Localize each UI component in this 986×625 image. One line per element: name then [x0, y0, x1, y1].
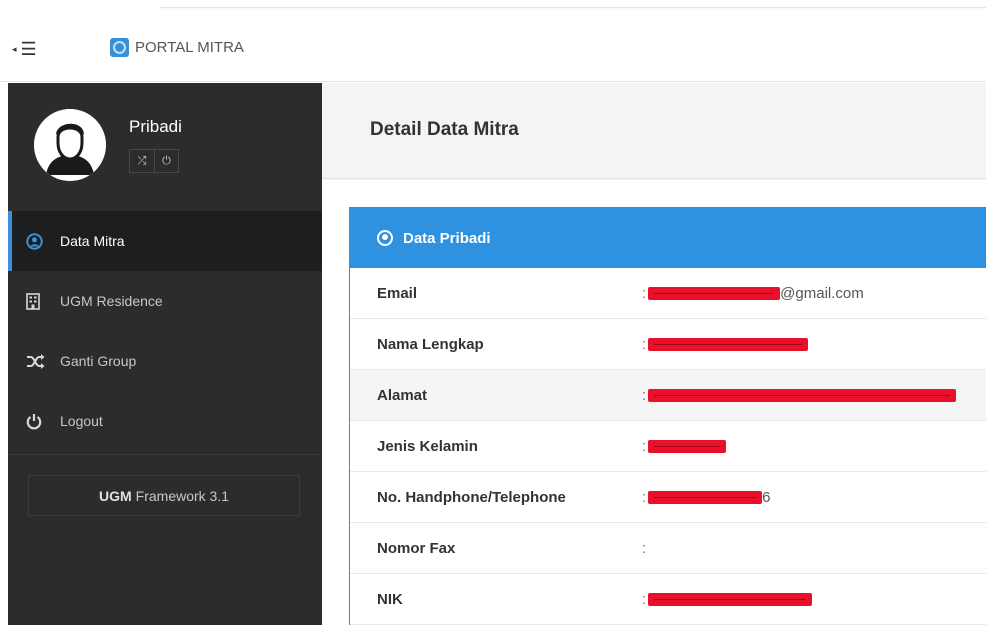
sidebar-item-label: Ganti Group [60, 353, 137, 369]
sidebar-item-label: UGM Residence [60, 293, 163, 309]
panel-title: Data Pribadi [403, 229, 491, 247]
row-label: No. Handphone/Telephone [377, 488, 566, 506]
row-label: Alamat [377, 386, 428, 404]
framework-version-badge: UGM Framework 3.1 [28, 475, 300, 516]
redaction-mark [648, 439, 727, 453]
redaction-mark [648, 286, 781, 300]
sidebar-item-data-mitra[interactable]: Data Mitra [8, 211, 322, 271]
sidebar-item-ganti-group[interactable]: Ganti Group [8, 331, 322, 391]
page-header: Detail Data Mitra [322, 83, 986, 179]
hamburger-icon: ☰ [20, 38, 37, 59]
table-row: Jenis Kelamin : [350, 421, 986, 472]
user-avatar-icon [34, 109, 106, 181]
row-value: : [642, 336, 809, 353]
portal-logo-icon [110, 38, 129, 57]
table-row: NIK : [350, 574, 986, 625]
switch-group-icon-button[interactable]: ⤮ [130, 150, 154, 172]
top-strip [0, 0, 986, 16]
avatar [34, 109, 106, 181]
profile: Pribadi ⤮ ⏻ [8, 83, 322, 211]
row-label: Nama Lengkap [377, 335, 484, 353]
caret-left-icon: ◂ [12, 43, 17, 54]
row-label: Jenis Kelamin [377, 437, 478, 455]
profile-name: Pribadi [129, 117, 182, 136]
row-label: Nomor Fax [377, 539, 456, 557]
sidebar-item-logout[interactable]: Logout [8, 391, 322, 451]
table-row: Nomor Fax : [350, 523, 986, 574]
sidebar-divider [8, 454, 322, 455]
data-pribadi-panel: Data Pribadi Email : @gmail.com Nama Leng… [349, 207, 986, 625]
user-circle-icon [26, 232, 46, 250]
row-label: NIK [377, 590, 403, 608]
navbar: ◂ ☰ PORTAL MITRA [0, 16, 986, 82]
sidebar-item-ugm-residence[interactable]: UGM Residence [8, 271, 322, 331]
row-value: : [642, 591, 813, 608]
brand[interactable]: PORTAL MITRA [110, 38, 244, 57]
framework-version: Framework 3.1 [135, 487, 230, 504]
redaction-mark [648, 337, 809, 351]
power-icon-button[interactable]: ⏻ [154, 150, 178, 172]
table-row: Email : @gmail.com [350, 268, 986, 319]
row-value: : [642, 539, 647, 557]
sidebar-toggle-button[interactable]: ◂ ☰ [12, 36, 62, 62]
table-row: No. Handphone/Telephone :6 [350, 472, 986, 523]
detail-table: Email : @gmail.com Nama Lengkap : Alamat … [350, 268, 986, 625]
sidebar-item-label: Logout [60, 413, 103, 429]
redaction-mark [648, 388, 957, 402]
table-row: Nama Lengkap : [350, 319, 986, 370]
profile-actions: ⤮ ⏻ [129, 149, 179, 173]
building-icon [26, 292, 46, 310]
power-icon [26, 412, 46, 430]
table-row: Alamat : [350, 370, 986, 421]
user-circle-icon [377, 230, 393, 246]
page-title: Detail Data Mitra [370, 119, 519, 140]
brand-title: PORTAL MITRA [135, 39, 244, 56]
panel-header: Data Pribadi [350, 208, 986, 268]
redaction-mark [648, 592, 813, 606]
framework-brand: UGM [98, 487, 132, 504]
main-content: Detail Data Mitra Data Pribadi Email : @g… [322, 83, 986, 625]
row-value: : @gmail.com [642, 284, 864, 302]
row-value: :6 [642, 488, 771, 506]
sidebar-item-label: Data Mitra [60, 233, 125, 249]
row-label: Email [377, 284, 418, 302]
shuffle-icon [26, 352, 46, 370]
row-value: : [642, 387, 957, 404]
sidebar-menu: Data Mitra UGM Residence Ganti Group Log… [8, 211, 322, 451]
row-value: : [642, 438, 727, 455]
phone-tail: 6 [762, 488, 771, 506]
top-strip-bar [160, 0, 986, 8]
email-domain: @gmail.com [780, 284, 864, 302]
sidebar: Pribadi ⤮ ⏻ Data Mitra UGM Residence Gan… [8, 83, 322, 625]
redaction-mark [648, 490, 763, 504]
